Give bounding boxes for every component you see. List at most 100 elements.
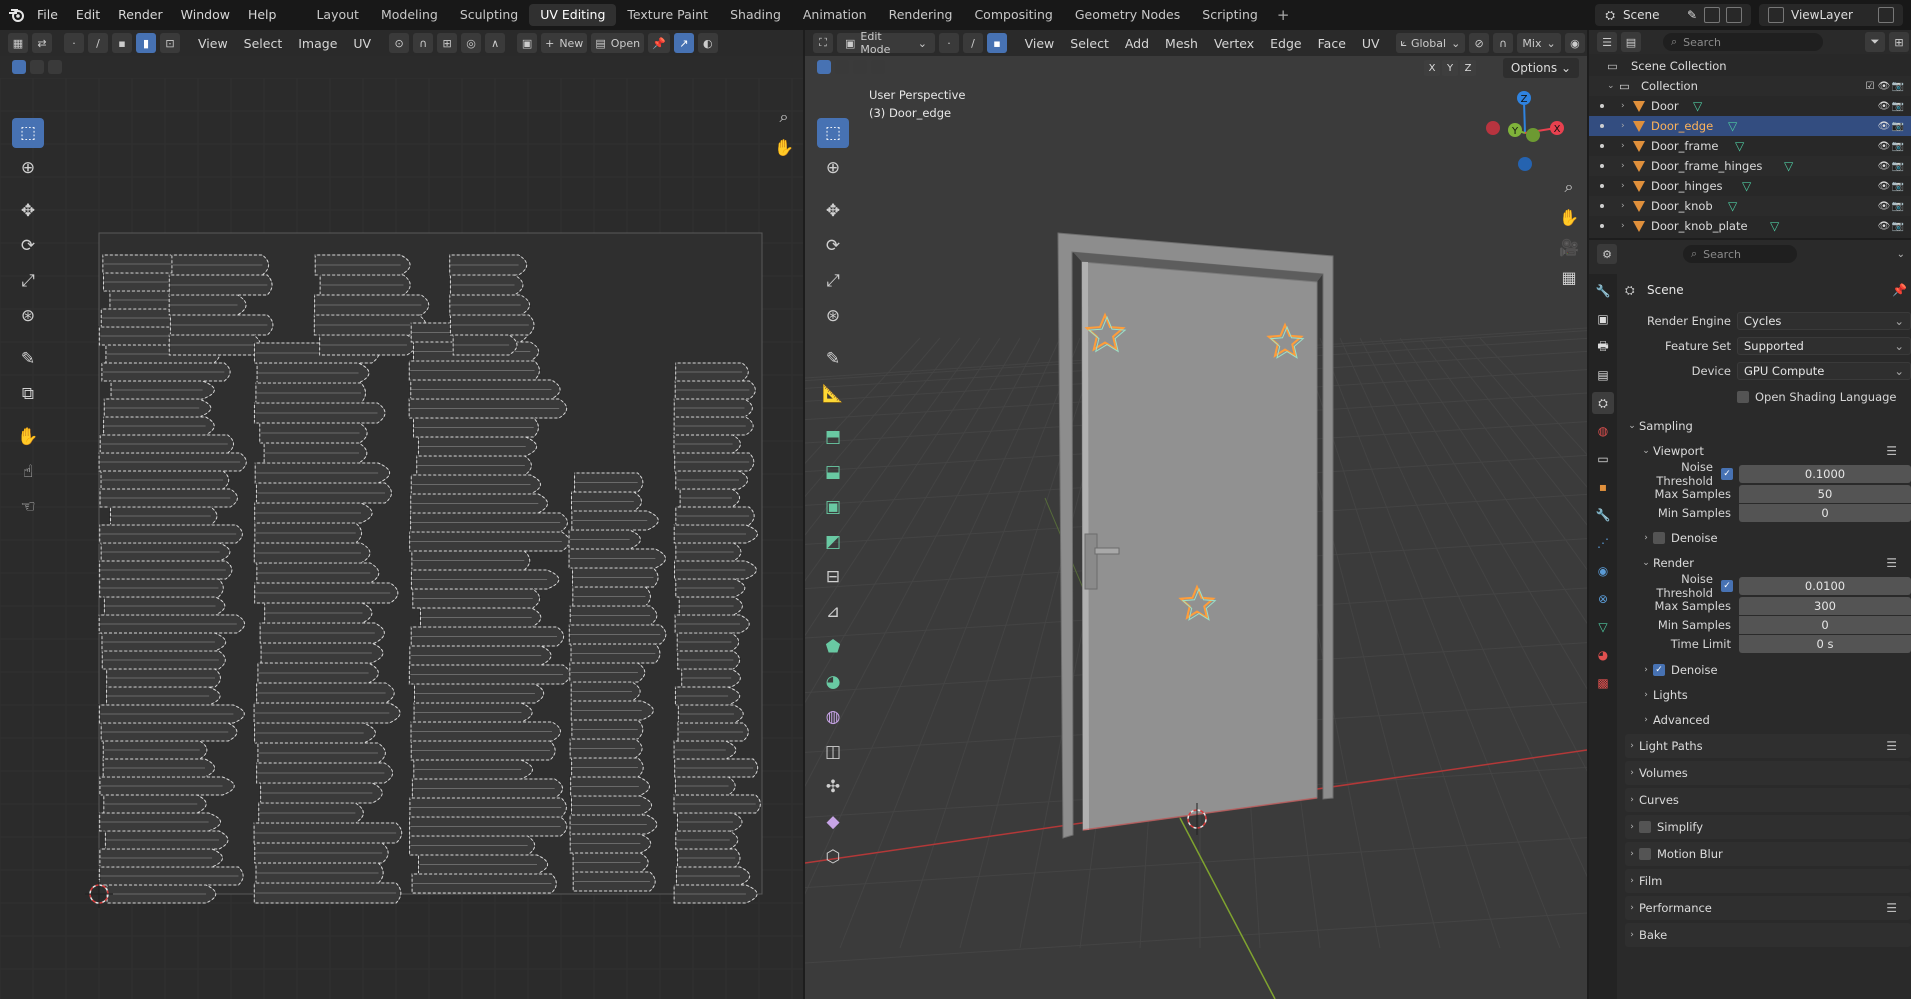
sticky-select-icon[interactable]: ⊡ bbox=[160, 33, 180, 53]
edit-mode-dot-icon[interactable] bbox=[1600, 204, 1604, 208]
navigation-gizmo[interactable]: Z X Y bbox=[1485, 88, 1581, 184]
image-browse-icon[interactable]: ▣ bbox=[517, 33, 538, 53]
tool-tab-icon[interactable]: 🔧 bbox=[1592, 280, 1614, 302]
add-workspace-icon[interactable]: + bbox=[1269, 6, 1298, 24]
texture-tab-icon[interactable]: ▩ bbox=[1592, 672, 1614, 694]
visibility-eye-icon[interactable]: 👁 bbox=[1877, 181, 1891, 192]
extrude-tool-icon[interactable]: ⬓ bbox=[817, 457, 849, 487]
camera-view-icon[interactable]: 🎥 bbox=[1555, 232, 1583, 262]
transform-tool-icon[interactable]: ⊛ bbox=[12, 301, 44, 331]
proportional-editing-icon[interactable]: ◉ bbox=[1564, 33, 1585, 53]
outliner-search-input[interactable]: ⌕ Search bbox=[1663, 33, 1823, 51]
mesh-data-icon[interactable]: ▽ bbox=[1728, 119, 1737, 133]
pan-hand-icon[interactable]: ✋ bbox=[770, 132, 798, 162]
lights-subsection[interactable]: › Lights bbox=[1625, 683, 1911, 707]
panel-simplify[interactable]: › Simplify bbox=[1625, 815, 1911, 839]
render-camera-icon[interactable]: 📷 bbox=[1891, 161, 1905, 172]
editor-type-icon[interactable]: ▦ bbox=[8, 33, 28, 53]
gizmo-toggle-icon[interactable]: ↗ bbox=[673, 33, 694, 53]
panel-bake[interactable]: › Bake bbox=[1625, 923, 1911, 947]
uv-sync-icon[interactable]: ⇄ bbox=[32, 33, 52, 53]
uv-menu-uv[interactable]: UV bbox=[345, 36, 379, 51]
outliner-item-door[interactable]: › Door ▽ 👁 📷 bbox=[1589, 96, 1911, 116]
mirror-z-toggle[interactable]: Z bbox=[1460, 60, 1476, 76]
menu-file[interactable]: File bbox=[28, 4, 67, 26]
menu-window[interactable]: Window bbox=[172, 4, 239, 26]
tab-animation[interactable]: Animation bbox=[792, 4, 878, 26]
scene-selector[interactable]: ⛭ Scene ✎ bbox=[1595, 4, 1751, 26]
physics-tab-icon[interactable]: ◉ bbox=[1592, 560, 1614, 582]
display-mode-icon[interactable]: ▤ bbox=[1621, 32, 1641, 52]
r-min-samples-field[interactable]: 0 bbox=[1739, 616, 1911, 634]
render-camera-icon[interactable]: 📷 bbox=[1891, 101, 1905, 112]
orientation-dropdown[interactable]: ⟀ Global ⌄ bbox=[1395, 33, 1466, 53]
render-camera-icon[interactable]: 📷 bbox=[1891, 221, 1905, 232]
snap-target-icon[interactable]: ⊞ bbox=[437, 33, 458, 53]
add-cube-tool-icon[interactable]: ⬒ bbox=[817, 422, 849, 452]
render-presets-icon[interactable]: ☰ bbox=[1886, 556, 1897, 570]
outliner-item-door-edge[interactable]: › Door_edge ▽ 👁 📷 bbox=[1589, 116, 1911, 136]
mesh-data-icon[interactable]: ▽ bbox=[1742, 179, 1751, 193]
constraints-tab-icon[interactable]: ⊗ bbox=[1592, 588, 1614, 610]
vp-menu-face[interactable]: Face bbox=[1310, 36, 1354, 51]
spin-tool-icon[interactable]: ◕ bbox=[817, 667, 849, 697]
tab-layout[interactable]: Layout bbox=[305, 4, 370, 26]
inset-tool-icon[interactable]: ▣ bbox=[817, 492, 849, 522]
bevel-tool-icon[interactable]: ◩ bbox=[817, 527, 849, 557]
scene-tab-icon[interactable]: ⛭ bbox=[1592, 392, 1614, 414]
edit-mode-dot-icon[interactable] bbox=[1600, 184, 1604, 188]
scale-tool-icon[interactable]: ⤢ bbox=[12, 266, 44, 296]
expand-arrow-icon[interactable]: › bbox=[1621, 181, 1625, 191]
vp-noise-threshold-field[interactable]: 0.1000 bbox=[1739, 465, 1911, 483]
visibility-eye-icon[interactable]: 👁 bbox=[1877, 221, 1891, 232]
vp-zoom-icon[interactable]: ⌕ bbox=[1555, 172, 1583, 202]
vp-menu-view[interactable]: View bbox=[1017, 36, 1063, 51]
r-noise-threshold-checkbox[interactable]: ✓ bbox=[1721, 580, 1733, 592]
open-image-button[interactable]: ▤ Open bbox=[591, 33, 645, 53]
uv-menu-image[interactable]: Image bbox=[290, 36, 345, 51]
tab-texture-paint[interactable]: Texture Paint bbox=[616, 4, 719, 26]
panel-enable-checkbox[interactable] bbox=[1639, 848, 1651, 860]
pin-image-icon[interactable]: 📌 bbox=[648, 33, 670, 53]
menu-edit[interactable]: Edit bbox=[67, 4, 109, 26]
edit-mode-dot-icon[interactable] bbox=[1600, 164, 1604, 168]
edit-mode-dot-icon[interactable] bbox=[1600, 144, 1604, 148]
vp-select-new-icon[interactable] bbox=[817, 60, 831, 74]
expand-arrow-icon[interactable]: › bbox=[1621, 201, 1625, 211]
edge-slide-tool-icon[interactable]: ◫ bbox=[817, 737, 849, 767]
vp-noise-threshold-checkbox[interactable]: ✓ bbox=[1721, 468, 1733, 480]
render-engine-dropdown[interactable]: Cycles ⌄ bbox=[1737, 312, 1911, 330]
relax-tool-icon[interactable]: ☝ bbox=[12, 457, 44, 487]
visibility-eye-icon[interactable]: 👁 bbox=[1877, 201, 1891, 212]
view-layer-tab-icon[interactable]: ▤ bbox=[1592, 364, 1614, 386]
smooth-tool-icon[interactable]: ◍ bbox=[817, 702, 849, 732]
vp-scale-tool-icon[interactable]: ⤢ bbox=[817, 266, 849, 296]
collection-expand-icon[interactable]: ⌄ bbox=[1607, 81, 1615, 91]
output-tab-icon[interactable]: 🖶 bbox=[1592, 336, 1614, 358]
props-options-icon[interactable]: ⌄ bbox=[1897, 249, 1905, 260]
vp-cursor-tool-icon[interactable]: ⊕ bbox=[817, 153, 849, 183]
expand-arrow-icon[interactable]: › bbox=[1621, 141, 1625, 151]
expand-arrow-icon[interactable]: › bbox=[1621, 221, 1625, 231]
vp-menu-add[interactable]: Add bbox=[1117, 36, 1157, 51]
outliner-editor-type-icon[interactable]: ☰ bbox=[1597, 32, 1617, 52]
pinch-tool-icon[interactable]: ☜ bbox=[12, 492, 44, 522]
mirror-x-toggle[interactable]: X bbox=[1424, 60, 1440, 76]
rip-tool-icon[interactable]: ⧉ bbox=[12, 379, 44, 409]
ortho-toggle-icon[interactable]: ▦ bbox=[1555, 262, 1583, 292]
tab-uv-editing[interactable]: UV Editing bbox=[529, 4, 617, 26]
grab-tool-icon[interactable]: ✋ bbox=[12, 422, 44, 452]
uv-menu-view[interactable]: View bbox=[190, 36, 236, 51]
panel-curves[interactable]: › Curves bbox=[1625, 788, 1911, 812]
vp-denoise-checkbox[interactable] bbox=[1653, 532, 1665, 544]
world-tab-icon[interactable]: ◍ bbox=[1592, 420, 1614, 442]
visibility-eye-icon[interactable]: 👁 bbox=[1877, 141, 1891, 152]
properties-editor-type-icon[interactable]: ⚙ bbox=[1597, 244, 1617, 264]
uv-menu-select[interactable]: Select bbox=[236, 36, 291, 51]
modifier-tab-icon[interactable]: 🔧 bbox=[1592, 504, 1614, 526]
blender-logo-icon[interactable] bbox=[6, 4, 28, 26]
filter-icon[interactable]: ⏷ bbox=[1865, 32, 1885, 52]
object-tab-icon[interactable]: ▪ bbox=[1592, 476, 1614, 498]
edit-mode-dot-icon[interactable] bbox=[1600, 124, 1604, 128]
knife-tool-icon[interactable]: ⊿ bbox=[817, 597, 849, 627]
